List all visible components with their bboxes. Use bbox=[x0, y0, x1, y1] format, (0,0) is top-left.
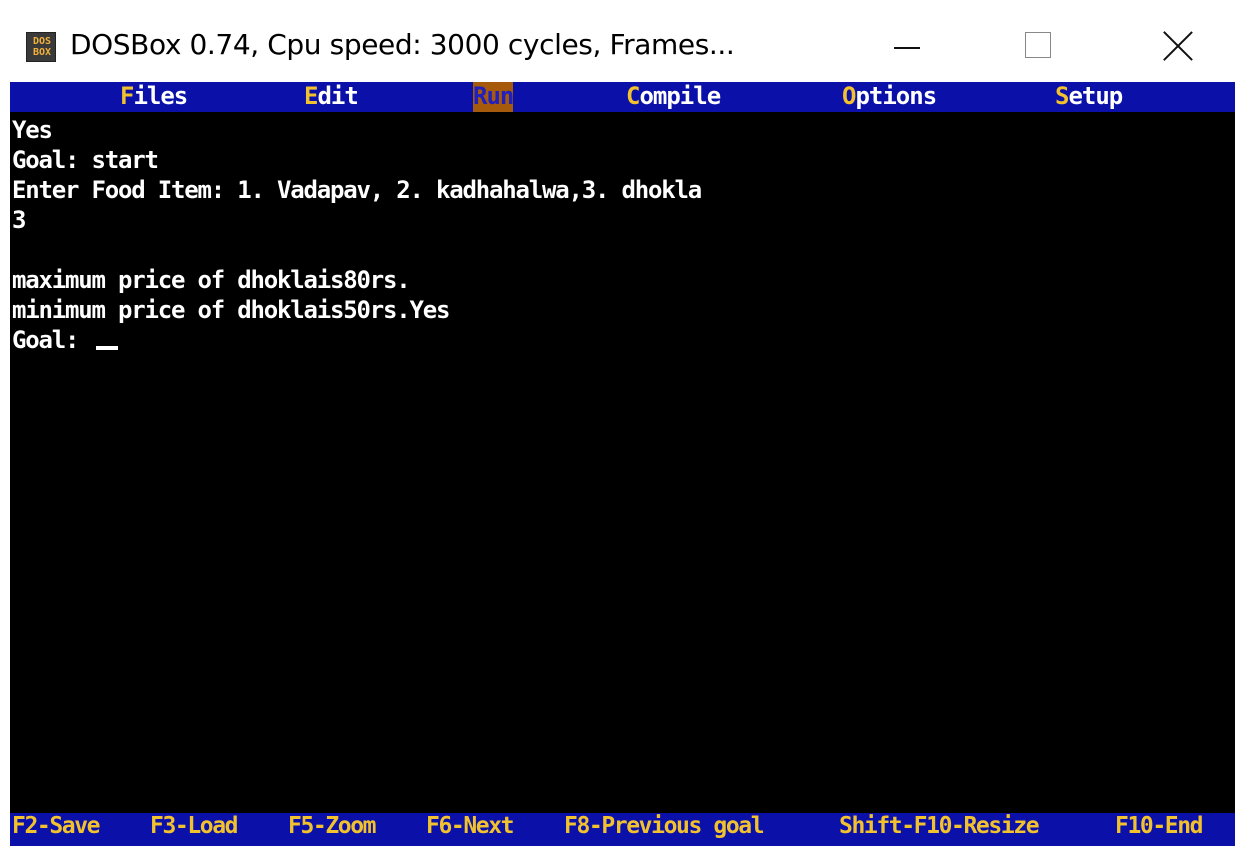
console-line: maximum price of dhoklais80rs. bbox=[12, 266, 411, 294]
window-title: DOSBox 0.74, Cpu speed: 3000 cycles, Fra… bbox=[70, 28, 735, 61]
menu-files[interactable]: Files bbox=[120, 82, 188, 112]
menu-edit[interactable]: Edit bbox=[304, 82, 359, 112]
console-output[interactable]: Yes Goal: start Enter Food Item: 1. Vada… bbox=[12, 116, 1227, 356]
status-f6-next[interactable]: F6-Next bbox=[426, 813, 515, 846]
minimize-icon bbox=[894, 47, 920, 49]
menu-hotkey: O bbox=[842, 82, 856, 110]
menu-bar: Files Edit Run Compile Options Setup bbox=[10, 82, 1235, 112]
icon-text-bottom: BOX bbox=[32, 47, 52, 58]
menu-hotkey: C bbox=[626, 82, 640, 110]
status-shift-f10-resize[interactable]: Shift-F10-Resize bbox=[839, 813, 1040, 846]
status-f10-end[interactable]: F10-End bbox=[1115, 813, 1204, 846]
status-f5-zoom[interactable]: F5-Zoom bbox=[288, 813, 377, 846]
menu-hotkey: S bbox=[1055, 82, 1069, 110]
minimize-button[interactable] bbox=[850, 10, 960, 82]
menu-label: dit bbox=[317, 82, 358, 110]
text-cursor bbox=[95, 346, 118, 350]
dos-screen[interactable]: Files Edit Run Compile Options Setup Yes… bbox=[10, 82, 1235, 846]
function-key-bar: F2-Save F3-Load F5-Zoom F6-Next F8-Previ… bbox=[10, 813, 1235, 846]
close-icon bbox=[1158, 26, 1198, 66]
status-f8-previous-goal[interactable]: F8-Previous goal bbox=[564, 813, 765, 846]
menu-label: iles bbox=[133, 82, 188, 110]
menu-hotkey: F bbox=[120, 82, 134, 110]
title-bar[interactable]: DOS BOX DOSBox 0.74, Cpu speed: 3000 cyc… bbox=[10, 10, 1235, 82]
status-f3-load[interactable]: F3-Load bbox=[150, 813, 239, 846]
goal-prompt-line[interactable]: Goal: bbox=[12, 326, 1227, 356]
menu-compile[interactable]: Compile bbox=[626, 82, 721, 112]
menu-options[interactable]: Options bbox=[842, 82, 937, 112]
menu-setup[interactable]: Setup bbox=[1055, 82, 1123, 112]
menu-label: ompile bbox=[639, 82, 721, 110]
menu-run[interactable]: Run bbox=[473, 82, 514, 112]
console-line: Goal: start bbox=[12, 146, 159, 174]
close-button[interactable] bbox=[1125, 10, 1235, 82]
status-f2-save[interactable]: F2-Save bbox=[12, 813, 101, 846]
maximize-button[interactable] bbox=[985, 10, 1095, 82]
console-line: Enter Food Item: 1. Vadapav, 2. kadhahal… bbox=[12, 176, 702, 204]
dosbox-window: DOS BOX DOSBox 0.74, Cpu speed: 3000 cyc… bbox=[0, 0, 1245, 850]
console-line: minimum price of dhoklais50rs.Yes bbox=[12, 296, 450, 324]
menu-label: ptions bbox=[855, 82, 937, 110]
icon-text-top: DOS bbox=[32, 36, 52, 47]
menu-label: etup bbox=[1068, 82, 1123, 110]
menu-hotkey: E bbox=[304, 82, 318, 110]
goal-prompt: Goal: bbox=[12, 326, 92, 354]
maximize-icon bbox=[1025, 32, 1051, 58]
console-line: 3 bbox=[12, 206, 26, 234]
console-line: Yes bbox=[12, 116, 53, 144]
dosbox-icon[interactable]: DOS BOX bbox=[26, 32, 56, 62]
menu-label: Run bbox=[473, 82, 514, 110]
